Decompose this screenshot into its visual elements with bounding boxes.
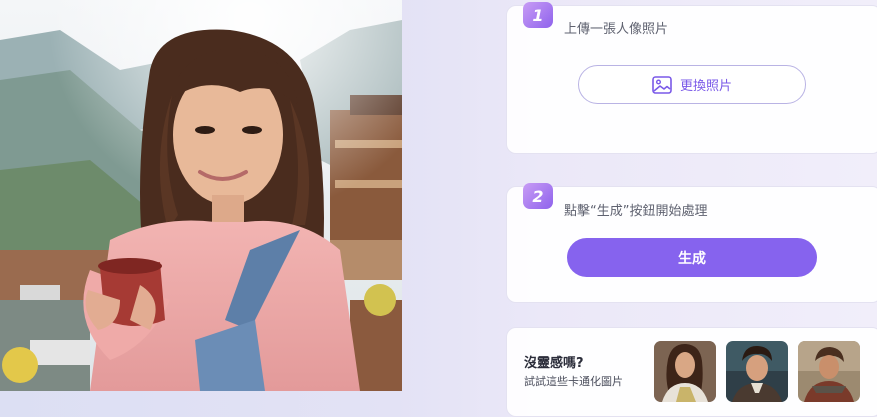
step-1-badge: 1: [523, 2, 553, 28]
image-icon: [652, 75, 672, 94]
generate-button[interactable]: 生成: [567, 238, 817, 277]
generate-label: 生成: [678, 250, 706, 267]
sample-thumbnail-man[interactable]: [726, 341, 788, 402]
sample-thumbnail-woman[interactable]: [654, 341, 716, 402]
sample-thumbnail-warrior[interactable]: [798, 341, 860, 402]
change-photo-label: 更換照片: [679, 79, 732, 94]
portrait-photo: [0, 0, 402, 391]
step-2-instruction: 點擊“生成”按鈕開始處理: [564, 204, 708, 219]
step-2-badge: 2: [523, 183, 553, 209]
change-photo-button[interactable]: 更換照片: [578, 65, 806, 104]
inspiration-subtitle: 試試這些卡通化圖片: [524, 375, 623, 388]
inspiration-title: 沒靈感嗎?: [524, 356, 584, 371]
step-1-instruction: 上傳一張人像照片: [564, 22, 669, 37]
